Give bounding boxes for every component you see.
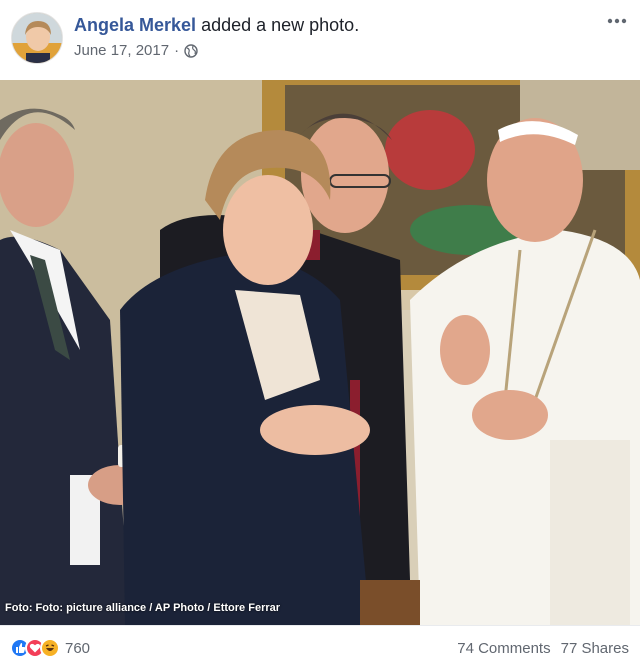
- shares-link[interactable]: 77 Shares: [561, 640, 629, 657]
- post-meta: June 17, 2017 ·: [74, 42, 359, 59]
- globe-icon[interactable]: [184, 43, 198, 58]
- post-date-link[interactable]: June 17, 2017: [74, 42, 169, 59]
- post-header-text: Angela Merkel added a new photo. June 17…: [74, 14, 359, 59]
- photo-credit: Foto: Foto: picture alliance / AP Photo …: [5, 602, 281, 614]
- post-options-button[interactable]: [606, 10, 628, 32]
- reaction-count: 760: [65, 639, 91, 657]
- post-photo[interactable]: Foto: Foto: picture alliance / AP Photo …: [0, 80, 640, 625]
- post-header: Angela Merkel added a new photo. June 17…: [0, 0, 640, 80]
- author-name-link[interactable]: Angela Merkel: [74, 15, 196, 35]
- author-line: Angela Merkel added a new photo.: [74, 14, 359, 36]
- haha-icon: [40, 638, 60, 658]
- reactions-summary[interactable]: 760: [10, 638, 90, 658]
- comments-link[interactable]: 74 Comments: [457, 640, 550, 657]
- engagement-stats: 74 Comments 77 Shares: [457, 640, 629, 657]
- meta-separator: ·: [174, 42, 180, 59]
- author-avatar[interactable]: [11, 12, 63, 64]
- three-dots-icon: [607, 18, 627, 24]
- post-footer: 760 74 Comments 77 Shares: [0, 625, 640, 667]
- post-action-text: added a new photo.: [201, 15, 360, 35]
- avatar-image: [12, 13, 62, 63]
- photo-image: [0, 80, 640, 625]
